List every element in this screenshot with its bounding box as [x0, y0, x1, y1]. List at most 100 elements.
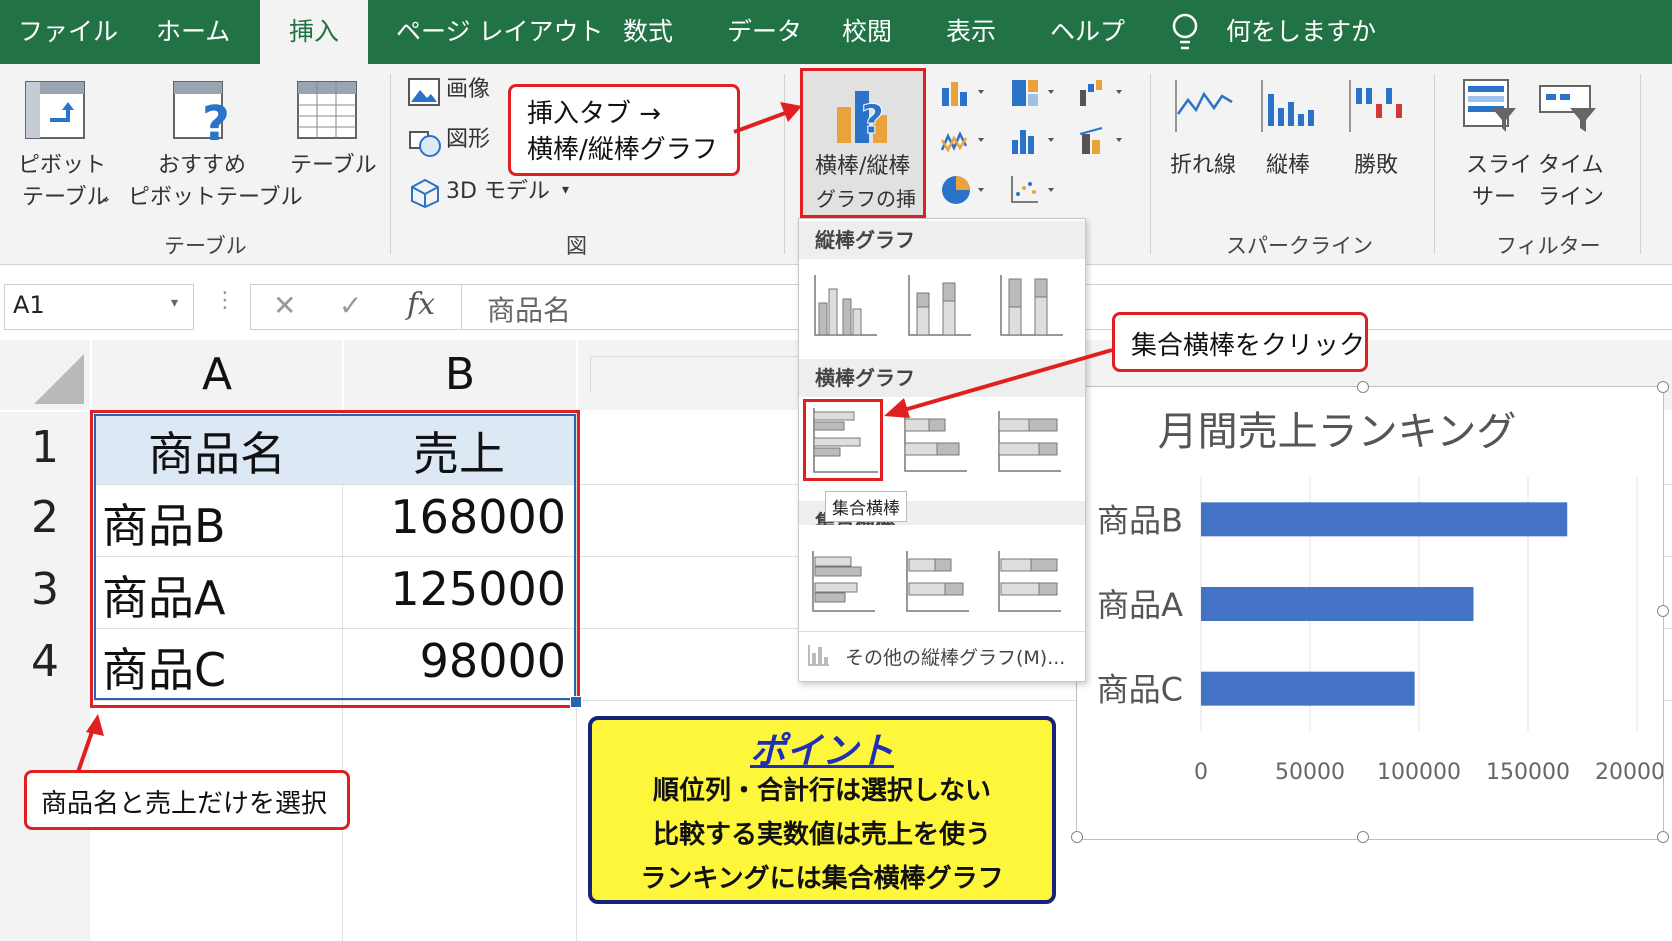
tab-review[interactable]: 校閲: [842, 0, 892, 64]
pivot-label-2[interactable]: テーブル: [22, 182, 109, 214]
resize-handle[interactable]: [1357, 831, 1369, 843]
recommended-label-1[interactable]: おすすめ: [158, 150, 246, 182]
cube-icon: [411, 178, 439, 208]
shapes-button[interactable]: 図形: [446, 124, 490, 156]
resize-handle[interactable]: [1657, 381, 1669, 393]
tab-formulas[interactable]: 数式: [623, 0, 673, 64]
tell-me-search[interactable]: 何をしますか: [1226, 0, 1376, 64]
svg-text:?: ?: [861, 97, 884, 143]
column-chart-icon[interactable]: [940, 78, 990, 108]
resize-handle[interactable]: [1657, 831, 1669, 843]
chart-category-label: 商品A: [1097, 586, 1183, 624]
sparkline-winloss-button[interactable]: 勝敗: [1354, 150, 1398, 182]
resize-handle[interactable]: [1357, 381, 1369, 393]
timeline-icon: [1539, 85, 1596, 132]
group-separator: [1150, 74, 1151, 254]
fx-icon[interactable]: fx: [407, 287, 435, 322]
tab-home[interactable]: ホーム: [156, 0, 230, 64]
cancel-icon[interactable]: ✕: [273, 289, 296, 322]
sparkline-winloss-icon: [1349, 80, 1402, 132]
chart-bar[interactable]: [1201, 671, 1415, 706]
chart-tick-labels: 0 50000 100000 150000 200000: [1194, 760, 1672, 785]
table-label[interactable]: テーブル: [290, 150, 377, 182]
group-sparkline-label: スパークライン: [1226, 234, 1373, 258]
arrow-icon: [884, 348, 1113, 418]
3d-100-stacked-bar-icon[interactable]: [997, 549, 1063, 615]
line-chart-icon[interactable]: [940, 126, 990, 156]
tab-data[interactable]: データ: [727, 0, 802, 64]
chart-bar[interactable]: [1201, 587, 1474, 621]
clustered-column-icon[interactable]: [813, 273, 879, 339]
slicer-label-1[interactable]: スライ: [1466, 150, 1532, 182]
recommended-pivot-icon: ?: [173, 81, 230, 144]
fill-handle[interactable]: [570, 696, 582, 708]
bar-chart[interactable]: 月間売上ランキング 商品B 商品A 商品C 0 50000 100000 150000 20…: [1071, 381, 1672, 843]
tab-file[interactable]: ファイル: [18, 0, 118, 64]
timeline-label-2[interactable]: ライン: [1538, 182, 1604, 214]
shapes-icon: [409, 131, 441, 157]
3d-model-button[interactable]: 3D モデル: [446, 176, 550, 208]
row-header-3[interactable]: 3: [0, 564, 90, 615]
row-header-2[interactable]: 2: [0, 492, 90, 543]
more-charts-icon: [808, 645, 829, 666]
statistic-chart-icon[interactable]: [1010, 126, 1060, 156]
resize-handle[interactable]: [1657, 605, 1669, 617]
chevron-down-icon[interactable]: ⌄: [100, 182, 112, 214]
row-header-1[interactable]: 1: [0, 422, 90, 473]
menu-bar: ファイル ホーム 挿入 ページ レイアウト 数式 データ 校閲 表示 ヘルプ 何…: [0, 0, 1672, 64]
formula-content[interactable]: 商品名: [487, 289, 571, 329]
enter-icon[interactable]: ✓: [339, 289, 362, 322]
image-button[interactable]: 画像: [446, 74, 490, 106]
image-icon: [408, 78, 440, 106]
tab-insert[interactable]: 挿入: [260, 0, 368, 64]
point-line-1: 順位列・合計行は選択しない: [652, 776, 991, 806]
sparkline-column-icon: [1261, 80, 1314, 132]
point-line-3: ランキングには集合横棒グラフ: [640, 864, 1004, 894]
chart-bar[interactable]: [1201, 502, 1568, 537]
column-header-a[interactable]: A: [92, 340, 342, 410]
sparkline-column-button[interactable]: 縦棒: [1266, 150, 1310, 182]
select-all-corner[interactable]: [0, 340, 90, 410]
chart-category-label: 商品B: [1097, 501, 1183, 539]
chart-tick-label: 100000: [1377, 760, 1461, 785]
3d-clustered-bar-icon[interactable]: [811, 549, 877, 615]
callout-click-bar-text: 集合横棒をクリック: [1131, 331, 1366, 361]
chevron-down-icon[interactable]: ▾: [562, 174, 569, 206]
100-stacked-column-icon[interactable]: [999, 273, 1065, 339]
clustered-bar-option[interactable]: [803, 399, 883, 481]
slicer-label-2[interactable]: サー: [1472, 182, 1516, 214]
point-box: ポイント 順位列・合計行は選択しない 比較する実数値は売上を使う ランキングには…: [588, 716, 1056, 904]
group-separator: [390, 74, 391, 254]
pie-chart-icon[interactable]: [940, 174, 990, 206]
pivot-label-1[interactable]: ピボット: [18, 150, 106, 182]
row-header-4[interactable]: 4: [0, 636, 90, 687]
chevron-down-icon: ▾: [171, 295, 179, 311]
column-header-b[interactable]: B: [344, 340, 576, 410]
hierarchy-chart-icon[interactable]: [1010, 78, 1060, 108]
chart-tick-label: 50000: [1275, 760, 1345, 785]
arrow-icon: [76, 714, 104, 773]
callout-click-bar: 集合横棒をクリック: [1112, 312, 1368, 372]
timeline-label-1[interactable]: タイム: [1538, 150, 1604, 182]
resize-handle[interactable]: [1071, 831, 1083, 843]
name-box[interactable]: A1 ▾: [4, 284, 194, 330]
recommended-label-2[interactable]: ピボットテーブル: [128, 182, 303, 214]
waterfall-chart-icon[interactable]: [1078, 78, 1128, 108]
group-figure-label: 図: [566, 234, 587, 258]
group-separator: [1640, 74, 1641, 254]
gridline: [590, 356, 591, 392]
chart-category-label: 商品C: [1097, 671, 1183, 709]
tab-help[interactable]: ヘルプ: [1050, 0, 1125, 64]
stacked-column-icon[interactable]: [907, 273, 973, 339]
combo-chart-icon[interactable]: [1078, 126, 1128, 156]
arrow-icon: [733, 102, 802, 134]
sparkline-line-button[interactable]: 折れ線: [1170, 150, 1236, 182]
tab-view[interactable]: 表示: [946, 0, 996, 64]
3d-stacked-bar-icon[interactable]: [905, 549, 971, 615]
pivot-table-icon: [25, 81, 85, 139]
group-table-label: テーブル: [164, 234, 247, 258]
scatter-chart-icon[interactable]: [1010, 174, 1060, 206]
more-column-charts-link[interactable]: その他の縦棒グラフ(M)...: [845, 643, 1065, 670]
insert-bar-chart-button[interactable]: ? 横棒/縦棒 グラフの挿入: [800, 68, 926, 243]
tab-page-layout[interactable]: ページ レイアウト: [396, 0, 603, 64]
